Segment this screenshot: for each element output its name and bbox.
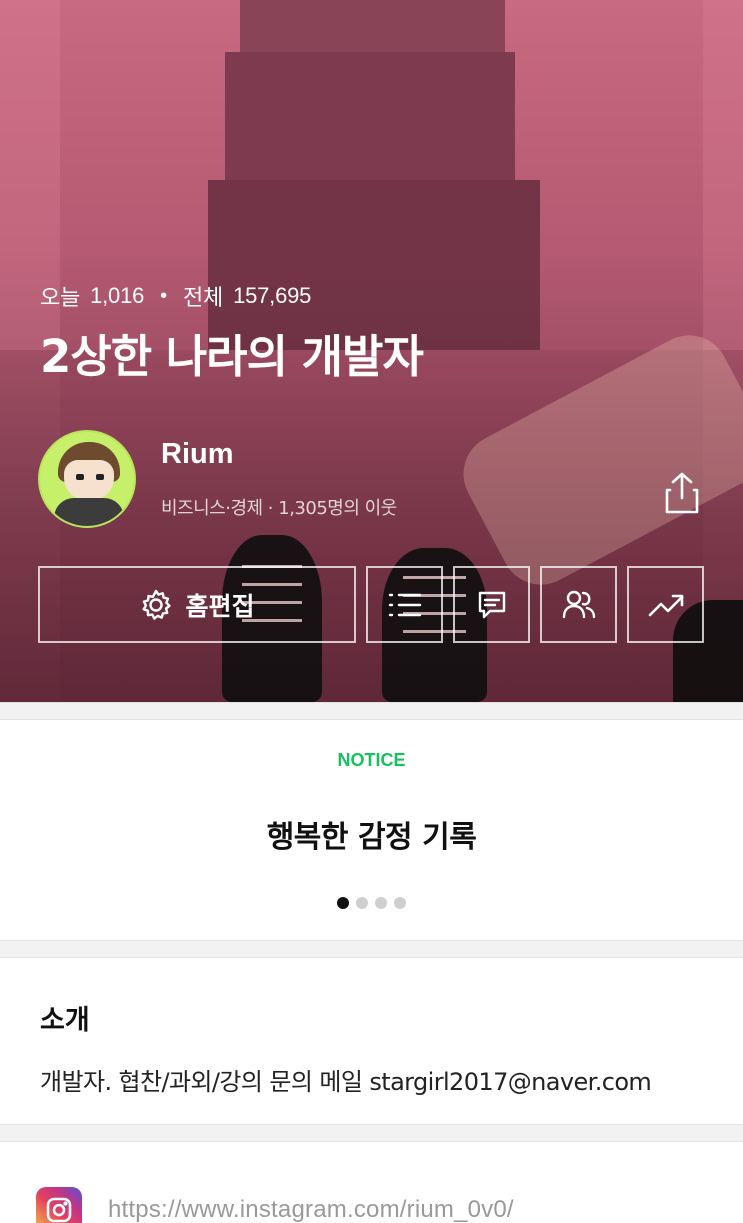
instagram-icon (36, 1187, 82, 1223)
total-label: 전체 (182, 285, 224, 310)
instagram-link-row[interactable]: https://www.instagram.com/rium_0v0/ (36, 1187, 514, 1223)
action-bar: 홈편집 (0, 566, 743, 643)
guestbook-button[interactable] (453, 566, 530, 643)
blog-title: 2상한 나라의 개발자 (40, 330, 424, 383)
pager-dot-1[interactable] (337, 897, 349, 909)
section-divider (0, 702, 743, 720)
share-icon (665, 472, 699, 514)
avatar[interactable] (38, 430, 136, 528)
home-edit-label: 홈편집 (185, 591, 255, 621)
today-label: 오늘 (40, 285, 81, 310)
post-list-button[interactable] (366, 566, 443, 643)
username[interactable]: Rium (161, 438, 234, 471)
share-button[interactable] (660, 470, 704, 516)
gear-icon (142, 589, 172, 620)
stats-button[interactable] (627, 566, 704, 643)
total-count: 157,695 (233, 283, 312, 308)
pager-dot-2[interactable] (356, 897, 368, 909)
intro-text: 개발자. 협찬/과외/강의 문의 메일 stargirl2017@naver.c… (40, 1068, 652, 1096)
pager-dot-3[interactable] (375, 897, 387, 909)
home-edit-button[interactable]: 홈편집 (38, 566, 356, 643)
intro-heading: 소개 (40, 1005, 90, 1036)
users-icon (562, 590, 595, 618)
message-icon (478, 591, 505, 618)
notice-label: NOTICE (337, 750, 406, 770)
section-divider (0, 1124, 743, 1142)
cover-image: 오늘 1,016 • 전체 157,695 2상한 나라의 개발자 Rium 비… (0, 0, 743, 702)
list-icon (388, 593, 421, 616)
section-divider (0, 940, 743, 958)
today-count: 1,016 (90, 283, 145, 308)
stats-separator: • (160, 284, 167, 307)
profile-meta: 비즈니스·경제 · 1,305명의 이웃 (161, 498, 397, 519)
notice-pager (0, 897, 743, 909)
trending-up-icon (648, 594, 683, 616)
visitor-stats: 오늘 1,016 • 전체 157,695 (40, 280, 311, 312)
pager-dot-4[interactable] (394, 897, 406, 909)
instagram-link[interactable]: https://www.instagram.com/rium_0v0/ (108, 1196, 514, 1223)
notice-title[interactable]: 행복한 감정 기록 (0, 812, 743, 856)
neighbors-button[interactable] (540, 566, 617, 643)
